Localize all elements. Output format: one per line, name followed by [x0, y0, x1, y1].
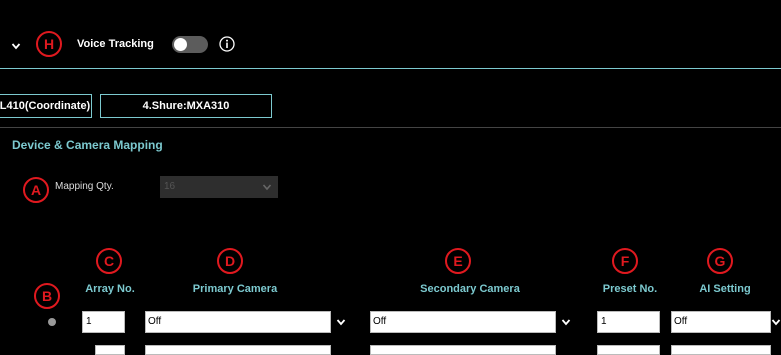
chevron-down-icon	[11, 43, 21, 50]
badge-h: H	[36, 31, 62, 57]
badge-c: C	[96, 248, 122, 274]
tabs-divider	[0, 127, 781, 128]
badge-f: F	[612, 248, 638, 274]
array-no-input[interactable]	[95, 345, 125, 355]
badge-e: E	[445, 248, 471, 274]
primary-camera-dropdown[interactable]	[331, 311, 351, 333]
badge-b: B	[34, 283, 60, 309]
collapse-chevron[interactable]	[6, 35, 26, 57]
mapping-qty-value: 16	[164, 181, 176, 192]
primary-camera-select[interactable]: Off	[145, 311, 331, 333]
mapping-qty-select[interactable]: 16	[160, 176, 278, 198]
col-header-primary-camera: Primary Camera	[192, 283, 278, 295]
array-no-input[interactable]: 1	[82, 311, 125, 333]
mapping-qty-label: Mapping Qty.	[55, 181, 114, 192]
chevron-down-icon	[336, 319, 346, 326]
chevron-down-icon	[561, 319, 571, 326]
voice-tracking-toggle[interactable]	[172, 36, 208, 53]
primary-camera-select[interactable]	[145, 345, 331, 355]
info-icon[interactable]	[219, 36, 235, 52]
ai-setting-select[interactable]: Off	[671, 311, 771, 333]
col-header-ai-setting: AI Setting	[699, 283, 751, 295]
row-status-dot	[48, 318, 56, 326]
tab-coordinate[interactable]: L410(Coordinate)	[0, 94, 92, 118]
badge-d: D	[217, 248, 243, 274]
preset-no-input[interactable]: 1	[597, 311, 660, 333]
chevron-down-icon	[262, 184, 272, 191]
toggle-knob	[174, 38, 187, 51]
badge-g: G	[707, 248, 733, 274]
col-header-secondary-camera: Secondary Camera	[420, 283, 520, 295]
secondary-camera-dropdown[interactable]	[556, 311, 576, 333]
col-header-preset-no: Preset No.	[602, 283, 658, 295]
badge-a: A	[23, 177, 49, 203]
voice-tracking-label: Voice Tracking	[77, 38, 154, 50]
secondary-camera-select[interactable]	[370, 345, 556, 355]
chevron-down-icon	[771, 319, 781, 326]
ai-setting-dropdown[interactable]	[771, 311, 781, 333]
section-title: Device & Camera Mapping	[12, 138, 163, 152]
ai-setting-select[interactable]	[671, 345, 771, 355]
preset-no-input[interactable]	[597, 345, 660, 355]
header-divider	[0, 68, 781, 69]
secondary-camera-select[interactable]: Off	[370, 311, 556, 333]
tab-shure-mxa310[interactable]: 4.Shure:MXA310	[100, 94, 272, 118]
col-header-array-no: Array No.	[85, 283, 135, 295]
